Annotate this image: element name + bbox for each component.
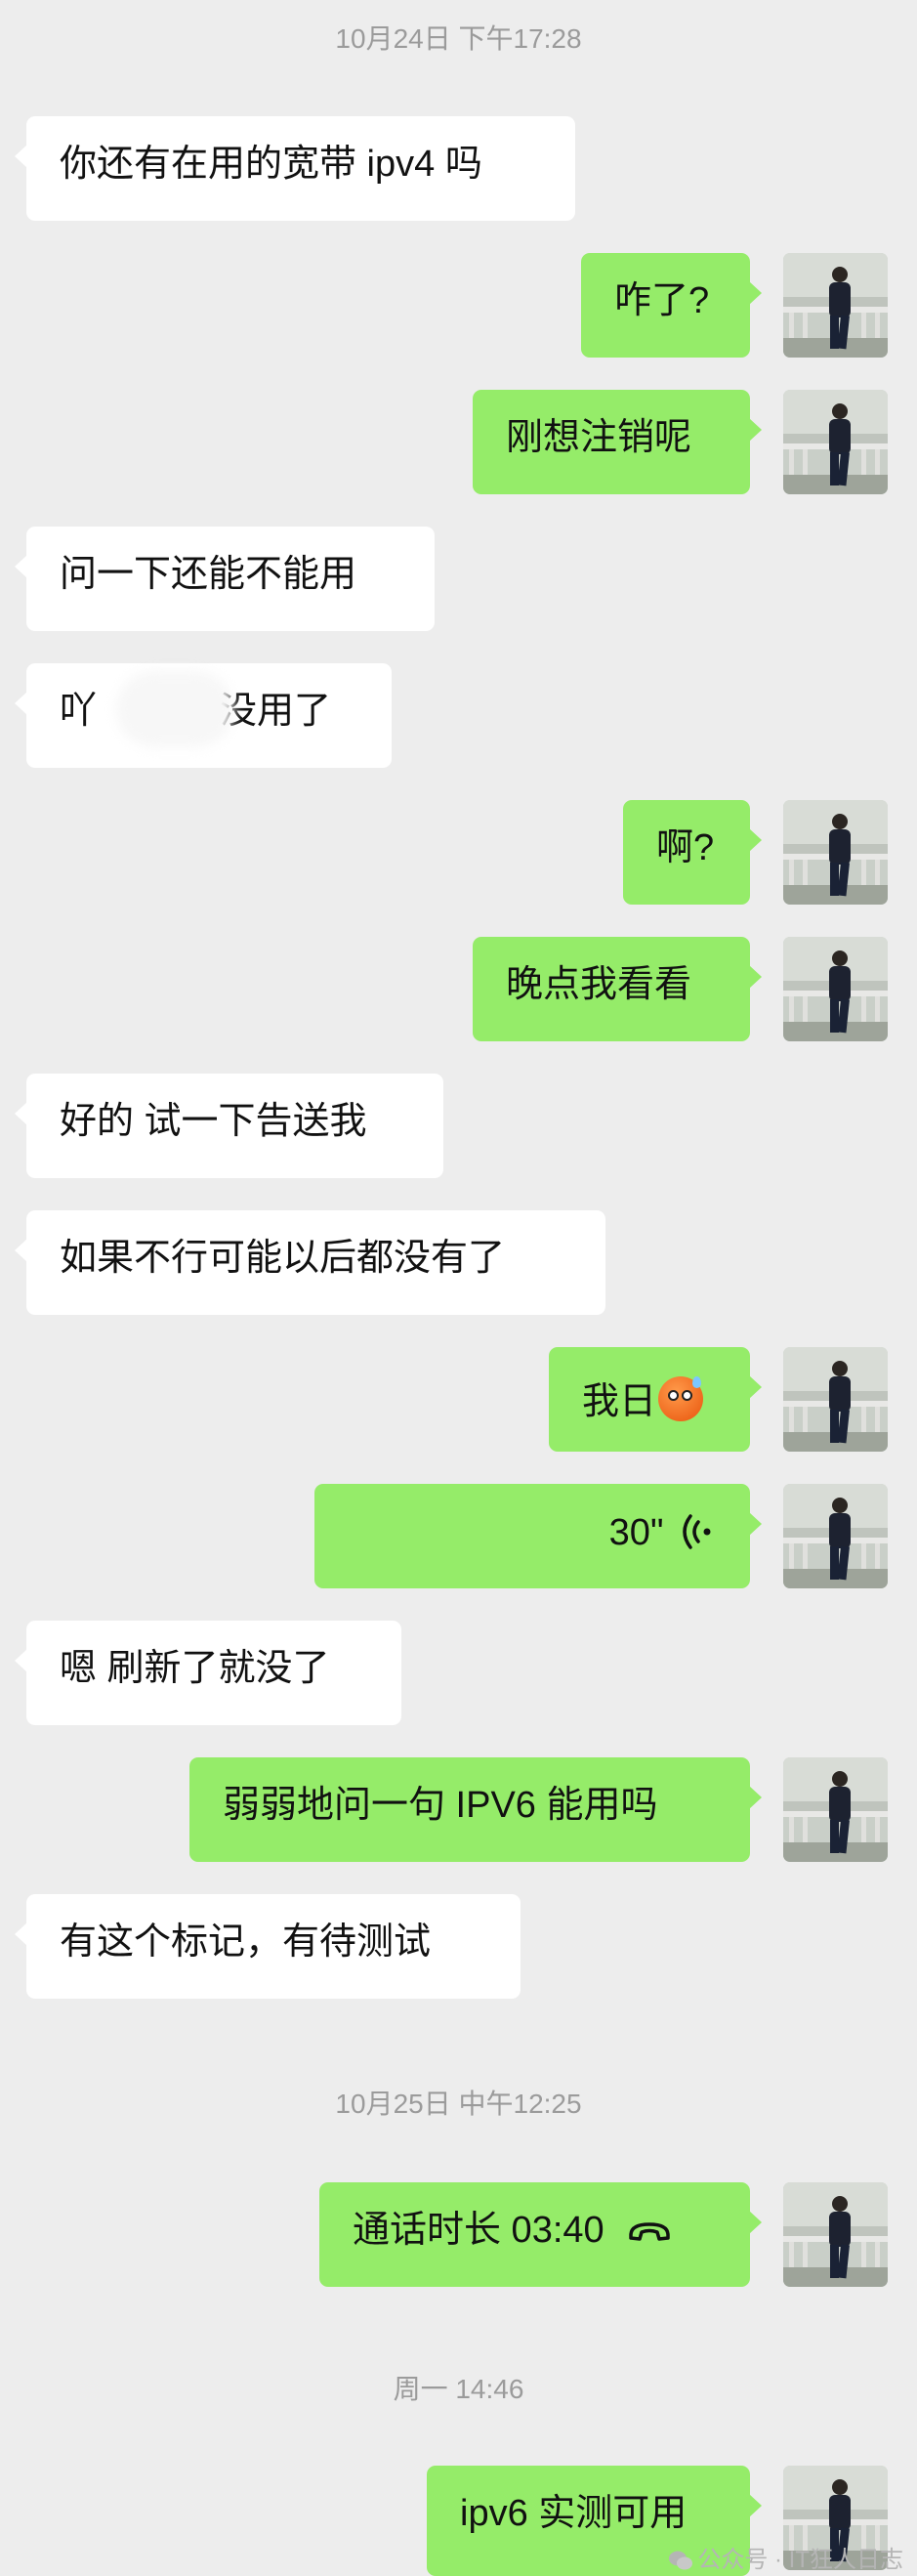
message-text-end: 没用了 [220, 691, 332, 732]
avatar-image [783, 1757, 888, 1862]
avatar[interactable] [783, 1347, 888, 1452]
message-bubble[interactable]: 咋了? [581, 253, 762, 358]
avatar[interactable] [783, 390, 888, 494]
message-bubble[interactable]: 你还有在用的宽带 ipv4 吗 [15, 116, 575, 221]
message-text: 弱弱地问一句 IPV6 能用吗 [223, 1785, 658, 1826]
avatar[interactable] [783, 253, 888, 358]
timestamp: 周一 14:46 [393, 2374, 524, 2404]
call-duration-text: 通话时长 03:40 [353, 2210, 604, 2251]
message-bubble[interactable]: 吖 没用了 [15, 663, 392, 768]
message-bubble[interactable]: 啊? [623, 800, 762, 905]
message-text-start: 吖 [60, 691, 98, 732]
message-bubble[interactable]: 如果不行可能以后都没有了 [15, 1210, 605, 1315]
timestamp: 10月25日 中午12:25 [335, 2089, 582, 2119]
message-bubble[interactable]: 我日 [549, 1347, 762, 1452]
avatar-image [783, 253, 888, 358]
message-text: 嗯 刷新了就没了 [60, 1648, 330, 1689]
avatar-image [783, 1347, 888, 1452]
message-bubble[interactable]: 晚点我看看 [473, 937, 762, 1041]
message-bubble[interactable]: 有这个标记，有待测试 [15, 1894, 521, 1999]
timestamp: 10月24日 下午17:28 [335, 23, 582, 54]
message-text: 好的 试一下告送我 [60, 1101, 367, 1142]
call-record-bubble[interactable]: 通话时长 03:40 [319, 2182, 762, 2287]
message-text: 问一下还能不能用 [60, 554, 357, 595]
voice-wave-icon [683, 1514, 711, 1549]
phone-hangup-icon [629, 2222, 670, 2241]
avatar[interactable] [783, 1484, 888, 1588]
avatar-image [783, 390, 888, 494]
voice-message-bubble[interactable]: 30" [314, 1484, 762, 1588]
message-text: ipv6 实测可用 [460, 2493, 688, 2534]
dizzy-face-emoji-icon [658, 1376, 704, 1421]
message-text: 晚点我看看 [506, 964, 692, 1005]
avatar[interactable] [783, 2182, 888, 2287]
message-text: 啊? [656, 827, 715, 868]
redaction-blur [116, 671, 233, 747]
watermark: 公众号 · IT狂人日志 [668, 2540, 903, 2574]
message-text: 有这个标记，有待测试 [60, 1921, 432, 1963]
avatar-image [783, 2182, 888, 2287]
message-bubble[interactable]: 问一下还能不能用 [15, 527, 435, 631]
message-text: 刚想注销呢 [506, 417, 692, 458]
avatar-image [783, 937, 888, 1041]
message-bubble[interactable]: 好的 试一下告送我 [15, 1074, 443, 1178]
avatar[interactable] [783, 937, 888, 1041]
message-text: 我日 [582, 1381, 657, 1422]
voice-duration: 30" [608, 1512, 664, 1553]
message-bubble[interactable]: 嗯 刷新了就没了 [15, 1621, 401, 1725]
message-text: 咋了? [614, 280, 710, 321]
avatar-image [783, 800, 888, 905]
message-text: 你还有在用的宽带 ipv4 吗 [60, 144, 482, 185]
message-bubble[interactable]: 弱弱地问一句 IPV6 能用吗 [189, 1757, 762, 1862]
message-text: 如果不行可能以后都没有了 [60, 1238, 506, 1279]
watermark-text: 公众号 · IT狂人日志 [697, 2547, 903, 2573]
wechat-logo-icon [669, 2551, 693, 2570]
avatar[interactable] [783, 800, 888, 905]
message-bubble[interactable]: 刚想注销呢 [473, 390, 762, 494]
avatar[interactable] [783, 1757, 888, 1862]
avatar-image [783, 1484, 888, 1588]
